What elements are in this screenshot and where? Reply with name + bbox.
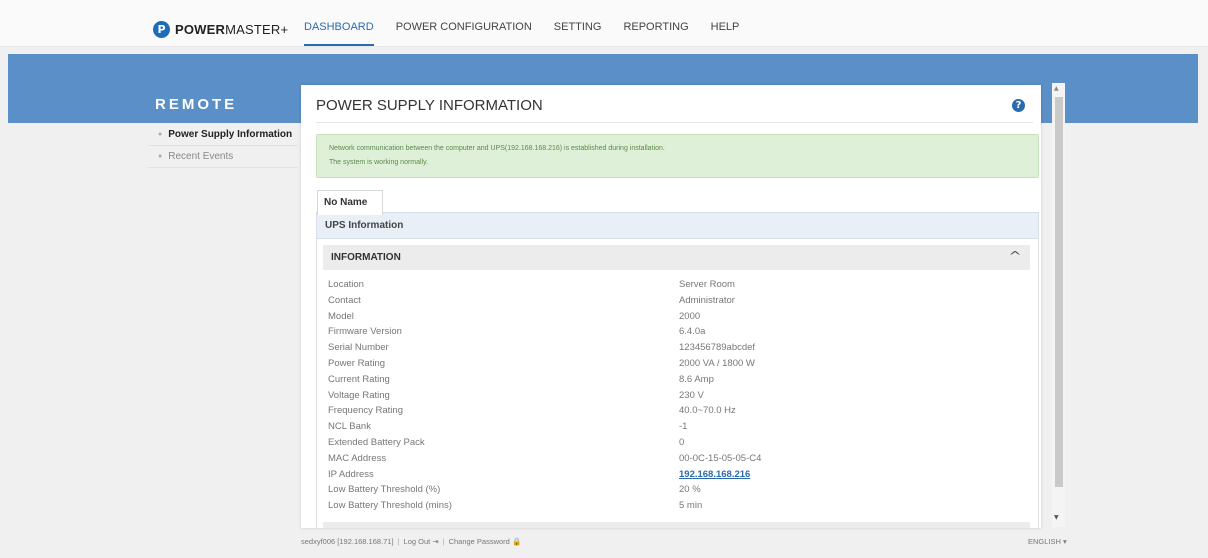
table-row: MAC Address 00-0C-15-05-05-C4 bbox=[328, 453, 928, 469]
ip-address-link[interactable]: 192.168.168.216 bbox=[679, 469, 750, 480]
section-title: REMOTE bbox=[155, 96, 238, 113]
row-label: Contact bbox=[328, 294, 361, 306]
row-value: 230 V bbox=[679, 389, 704, 401]
row-value: Administrator bbox=[679, 294, 735, 306]
information-title: INFORMATION bbox=[331, 252, 401, 263]
sidebar: ● Power Supply Information ● Recent Events bbox=[148, 124, 298, 168]
current-user: sedxyf006 [192.168.168.71] bbox=[301, 537, 394, 546]
main-nav: DASHBOARD POWER CONFIGURATION SETTING RE… bbox=[304, 21, 761, 46]
row-value: 2000 VA / 1800 W bbox=[679, 357, 755, 369]
sidebar-item-label: Recent Events bbox=[168, 151, 234, 163]
scroll-up-arrow-icon[interactable]: ▲ bbox=[1054, 85, 1059, 92]
row-value: 2000 bbox=[679, 310, 701, 322]
row-value: Server Room bbox=[679, 279, 735, 290]
row-label: Power Rating bbox=[328, 357, 386, 369]
nav-dashboard[interactable]: DASHBOARD bbox=[304, 21, 374, 46]
table-row: Contact Administrator bbox=[328, 295, 928, 311]
table-row: NCL Bank -1 bbox=[328, 421, 928, 437]
row-value: -1 bbox=[679, 421, 688, 433]
row-label: Low Battery Threshold (%) bbox=[328, 484, 441, 496]
table-row: IP Address 192.168.168.216 bbox=[328, 469, 928, 485]
table-row: Current Rating 8.6 Amp bbox=[328, 374, 928, 390]
information-table: Location Server Room Contact Administrator… bbox=[328, 279, 928, 516]
sidebar-item-label: Power Supply Information bbox=[168, 129, 293, 141]
language-select[interactable]: ENGLISH ▾ bbox=[1028, 537, 1067, 546]
row-label: Voltage Rating bbox=[328, 389, 390, 401]
brand-name: POWERMASTER+ bbox=[175, 21, 289, 37]
caret-down-icon: ▾ bbox=[1063, 537, 1067, 546]
separator: | bbox=[442, 537, 445, 546]
content-panel: POWER SUPPLY INFORMATION ? Network commu… bbox=[301, 85, 1041, 528]
title-divider bbox=[316, 122, 1033, 123]
row-value: 123456789abcdef bbox=[679, 342, 756, 354]
nav-setting[interactable]: SETTING bbox=[554, 21, 602, 46]
table-row: Frequency Rating 40.0~70.0 Hz bbox=[328, 405, 928, 421]
page-title: POWER SUPPLY INFORMATION bbox=[316, 97, 543, 114]
alert-status: The system is working normally. bbox=[329, 159, 429, 166]
chevron-up-icon[interactable]: ^ bbox=[1008, 249, 1021, 263]
table-row: Location Server Room bbox=[328, 279, 928, 295]
row-label: Frequency Rating bbox=[328, 405, 403, 417]
table-row: Extended Battery Pack 0 bbox=[328, 437, 928, 453]
sidebar-item-power-supply-information[interactable]: ● Power Supply Information bbox=[148, 124, 298, 146]
status-alert: Network communication between the comput… bbox=[316, 134, 1039, 178]
row-value: 40.0~70.0 Hz bbox=[679, 405, 736, 417]
alert-message: Network communication between the comput… bbox=[329, 145, 665, 152]
sidebar-item-recent-events[interactable]: ● Recent Events bbox=[148, 146, 298, 168]
table-row: Power Rating 2000 VA / 1800 W bbox=[328, 358, 928, 374]
row-label: Extended Battery Pack bbox=[328, 436, 425, 448]
scroll-down-arrow-icon[interactable]: ▼ bbox=[1054, 514, 1059, 521]
ups-information-label: UPS Information bbox=[325, 220, 404, 231]
change-password-link[interactable]: Change Password 🔒 bbox=[449, 537, 522, 546]
brand-mark-icon: P bbox=[153, 20, 170, 38]
lock-icon: 🔒 bbox=[511, 537, 522, 546]
table-row: Model 2000 bbox=[328, 311, 928, 327]
table-row: Voltage Rating 230 V bbox=[328, 390, 928, 406]
row-label: Model bbox=[328, 310, 354, 322]
powermaster-logo[interactable]: P POWERMASTER+ bbox=[153, 19, 288, 39]
row-label: Low Battery Threshold (mins) bbox=[328, 500, 452, 512]
row-value: 8.6 Amp bbox=[679, 373, 714, 385]
row-label: Current Rating bbox=[328, 373, 390, 385]
row-value: 5 min bbox=[679, 500, 703, 512]
row-value: 6.4.0a bbox=[679, 326, 706, 338]
next-section-header bbox=[323, 522, 1030, 528]
bullet-icon: ● bbox=[158, 153, 163, 160]
table-row: Serial Number 123456789abcdef bbox=[328, 342, 928, 358]
row-label: MAC Address bbox=[328, 452, 387, 464]
row-value: 20 % bbox=[679, 484, 701, 496]
separator: | bbox=[397, 537, 400, 546]
top-navbar: P POWERMASTER+ DASHBOARD POWER CONFIGURA… bbox=[0, 0, 1208, 47]
nav-power-configuration[interactable]: POWER CONFIGURATION bbox=[396, 21, 532, 46]
row-label: NCL Bank bbox=[328, 421, 371, 433]
ups-information-bar: UPS Information bbox=[316, 212, 1039, 239]
table-row: Low Battery Threshold (mins) 5 min bbox=[328, 500, 928, 516]
row-value: 0 bbox=[679, 436, 685, 448]
information-accordion-header[interactable]: INFORMATION ^ bbox=[323, 245, 1030, 270]
logout-icon: ⇥ bbox=[432, 537, 439, 546]
row-label: Firmware Version bbox=[328, 326, 402, 338]
nav-help[interactable]: HELP bbox=[711, 21, 740, 46]
row-label: Serial Number bbox=[328, 342, 389, 354]
logout-link[interactable]: Log Out ⇥ bbox=[404, 537, 439, 546]
bullet-icon: ● bbox=[158, 131, 163, 138]
row-value: 00-0C-15-05-05-C4 bbox=[679, 452, 762, 464]
row-label: IP Address bbox=[328, 468, 374, 480]
row-label: Location bbox=[328, 279, 364, 290]
footer: sedxyf006 [192.168.168.71] | Log Out ⇥ | Cha… bbox=[301, 537, 521, 546]
tab-device[interactable]: No Name bbox=[317, 190, 383, 215]
question-circle-icon[interactable]: ? bbox=[1012, 99, 1025, 112]
table-row: Low Battery Threshold (%) 20 % bbox=[328, 484, 928, 500]
scrollbar-thumb[interactable] bbox=[1055, 97, 1063, 487]
table-row: Firmware Version 6.4.0a bbox=[328, 326, 928, 342]
nav-reporting[interactable]: REPORTING bbox=[623, 21, 688, 46]
